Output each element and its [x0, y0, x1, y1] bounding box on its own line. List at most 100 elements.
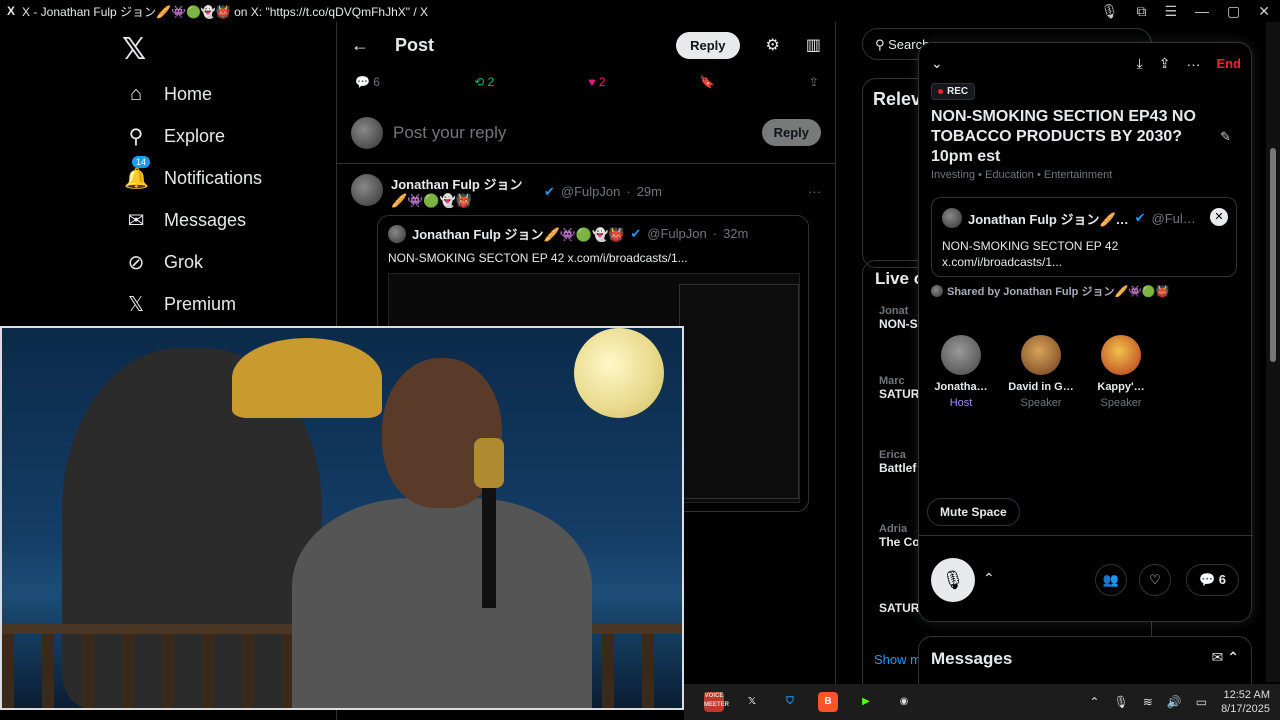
clock[interactable]: 12:52 AM 8/17/2025 — [1221, 688, 1270, 716]
avatar — [1101, 335, 1141, 375]
avatar — [941, 335, 981, 375]
chevron-down-icon[interactable]: ⌄ — [931, 55, 943, 72]
microphone-icon[interactable]: 🎙 — [1113, 695, 1128, 709]
brave-browser-icon[interactable]: B — [818, 692, 838, 712]
shared-by: Shared by Jonathan Fulp ジョン🥖👾🟢👹 — [931, 283, 1169, 299]
nav-notifications-label: Notifications — [164, 167, 263, 188]
nav-messages-label: Messages — [164, 209, 247, 230]
avatar — [388, 224, 406, 243]
kick-app-icon[interactable]: ▶ — [856, 692, 876, 712]
nav-notifications[interactable]: 🔔 14 Notifications — [124, 155, 263, 192]
reader-view-icon[interactable]: ▥ — [806, 35, 821, 55]
close-icon[interactable]: ✕ — [1210, 208, 1228, 226]
quote-author: Jonathan Fulp ジョン🥖👾🟢👻👹 — [412, 227, 625, 242]
repost-action[interactable]: ⟲ 2 — [474, 75, 494, 89]
repost-count: 2 — [487, 75, 495, 89]
nav-explore[interactable]: ⚲ Explore — [124, 122, 225, 150]
tweet-handle[interactable]: @FulpJon — [561, 184, 620, 199]
like-action[interactable]: ♥ 2 — [588, 75, 605, 89]
search-icon: ⚲ — [128, 125, 144, 148]
clock-date: 8/17/2025 — [1221, 703, 1270, 715]
reply-count: 6 — [373, 75, 380, 89]
mute-space-button[interactable]: Mute Space — [927, 498, 1020, 526]
speaker-role: Host — [949, 397, 973, 409]
share-icon[interactable]: ⇪ — [1159, 55, 1171, 72]
obs-icon[interactable]: ◉ — [894, 692, 914, 712]
reply-input[interactable]: Post your reply — [393, 123, 752, 143]
reaction-icon[interactable]: ♡ — [1139, 564, 1171, 596]
speaker-role: Speaker — [1020, 397, 1062, 409]
maximize-button[interactable]: ▢ — [1227, 3, 1240, 20]
volume-icon[interactable]: 🔊 — [1167, 695, 1182, 709]
tweet-time[interactable]: 29m — [637, 184, 662, 199]
live-title: Live o — [875, 269, 925, 288]
minimize-space-icon[interactable]: ⤓ — [1137, 55, 1143, 72]
live-item[interactable]: SATUR — [879, 601, 919, 615]
more-options-icon[interactable]: ··· — [808, 184, 821, 199]
reply-composer: Post your reply Reply — [337, 102, 835, 164]
microphone-image — [474, 438, 504, 608]
window-title: X - Jonathan Fulp ジョン🥖👾🟢👻👹 on X: "https:… — [22, 4, 429, 19]
chevron-up-icon[interactable]: ⌃ — [983, 570, 995, 587]
home-icon: ⌂ — [129, 82, 143, 105]
speaker[interactable]: Jonatha… Host — [927, 335, 995, 409]
speaker[interactable]: David in G… Speaker — [1007, 335, 1075, 409]
reply-button[interactable]: Reply — [676, 31, 740, 59]
quote-text: NON-SMOKING SECTON EP 42 x.com/i/broadca… — [388, 251, 688, 265]
microphone-icon[interactable]: 🎙 — [1101, 3, 1119, 20]
scrollbar-thumb[interactable] — [1270, 148, 1276, 362]
pinned-post[interactable]: Jonathan Fulp ジョン🥖… ✔ @Ful… NON-SMOKING … — [931, 197, 1237, 277]
edit-icon[interactable]: ✎ — [1220, 129, 1231, 145]
speaker-name: David in G… — [1008, 381, 1074, 393]
reply-submit-button[interactable]: Reply — [761, 119, 821, 146]
wifi-icon[interactable]: ≋ — [1143, 695, 1153, 709]
avatar — [931, 285, 943, 297]
space-panel: ⌄ ⤓ ⇪ ··· End REC NON-SMOKING SECTION EP… — [918, 42, 1253, 622]
tweet-author[interactable]: Jonathan Fulp ジョン🥖👾🟢👻👹 — [391, 174, 538, 209]
bookmark-icon[interactable]: 🔖 — [700, 75, 715, 89]
grok-icon: ⊘ — [127, 251, 145, 274]
pinned-text-line2: x.com/i/broadcasts/1... — [942, 255, 1063, 269]
tweet[interactable]: Jonathan Fulp ジョン🥖👾🟢👻👹 ✔ @FulpJon · 29m … — [337, 164, 835, 219]
speaker-name: Kappy'… — [1097, 381, 1145, 393]
page-title: Post — [395, 34, 435, 55]
streamer-body — [292, 498, 592, 708]
close-button[interactable]: ✕ — [1258, 3, 1270, 20]
end-space-button[interactable]: End — [1216, 56, 1241, 71]
x-app-icon[interactable]: 𝕏 — [742, 692, 762, 712]
speaker[interactable]: Kappy'… Speaker — [1087, 335, 1155, 409]
x-logo[interactable]: 𝕏 — [122, 32, 146, 67]
new-message-icon[interactable]: ✉ ⌃ — [1212, 649, 1239, 683]
post-actions: 💬 6 ⟲ 2 ♥ 2 🔖 ⇪ — [337, 68, 835, 96]
people-icon[interactable]: 👥 — [1095, 564, 1127, 596]
menu-icon[interactable]: ☰ — [1164, 3, 1177, 20]
nav-premium-label: Premium — [164, 293, 237, 314]
share-icon[interactable]: ⇪ — [809, 75, 819, 89]
avatar[interactable] — [351, 174, 383, 206]
comments-button[interactable]: 💬 6 — [1185, 564, 1239, 596]
window-titlebar: X X - Jonathan Fulp ジョン🥖👾🟢👻👹 on X: "http… — [0, 0, 1280, 22]
nav-premium[interactable]: 𝕏 Premium — [124, 290, 236, 318]
x-logo-icon: X — [6, 4, 15, 18]
sliders-icon[interactable]: ⚙ — [766, 35, 780, 55]
notification-badge: 14 — [132, 155, 151, 168]
pinned-author: Jonathan Fulp ジョン🥖… — [968, 211, 1129, 227]
minimize-button[interactable]: — — [1195, 3, 1209, 20]
battery-icon[interactable]: ▭ — [1196, 695, 1207, 709]
security-app-icon[interactable]: ⛉ — [780, 692, 800, 712]
scrollbar[interactable] — [1266, 22, 1280, 682]
live-item[interactable]: Jonat NON-S — [879, 305, 918, 331]
nav-grok[interactable]: ⊘ Grok — [124, 248, 203, 276]
tray-chevron-icon[interactable]: ⌃ — [1089, 695, 1099, 709]
extensions-icon[interactable]: ⧉ — [1136, 3, 1146, 20]
microphone-icon[interactable]: 🎙 — [931, 558, 975, 602]
nav-messages[interactable]: ✉ Messages — [124, 206, 246, 234]
show-more-link[interactable]: Show m — [874, 652, 921, 667]
nav-home-label: Home — [164, 83, 213, 104]
voicemeeter-icon[interactable]: VOICE MEETER — [704, 692, 729, 712]
back-arrow-icon[interactable]: ← — [351, 35, 369, 56]
avatar — [351, 116, 383, 149]
nav-home[interactable]: ⌂ Home — [124, 80, 212, 108]
more-options-icon[interactable]: ··· — [1186, 56, 1200, 72]
reply-action[interactable]: 💬 6 — [355, 75, 380, 89]
